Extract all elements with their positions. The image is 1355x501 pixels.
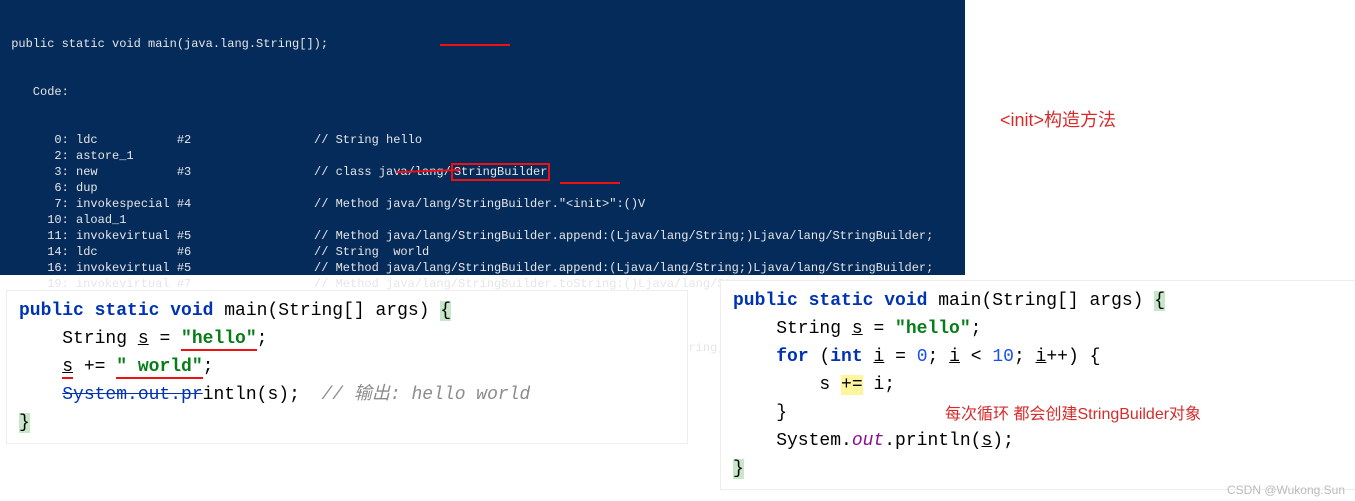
bytecode-comment — [314, 212, 965, 228]
bytecode-instruction: 11: invokevirtual #5 — [4, 228, 314, 244]
bytecode-code-label: Code: — [4, 84, 965, 100]
bytecode-instruction: 3: new #3 — [4, 164, 314, 180]
red-annotation — [440, 44, 510, 46]
bytecode-instruction: 0: ldc #2 — [4, 132, 314, 148]
bytecode-comment: // String world — [314, 244, 965, 260]
code-line: } — [7, 409, 687, 437]
bytecode-instruction: 10: aload_1 — [4, 212, 314, 228]
bytecode-comment: // String hello — [314, 132, 965, 148]
bytecode-comment: // Method java/lang/StringBuilder.append… — [314, 228, 965, 244]
bytecode-row: 6: dup — [4, 180, 965, 196]
bytecode-panel: public static void main(java.lang.String… — [0, 0, 965, 275]
bytecode-row: 16: invokevirtual #5// Method java/lang/… — [4, 260, 965, 276]
bytecode-row: 14: ldc #6// String world — [4, 244, 965, 260]
code-line: public static void main(String[] args) { — [7, 297, 687, 325]
code-line: } — [721, 455, 1355, 483]
bytecode-instruction: 2: astore_1 — [4, 148, 314, 164]
bytecode-instruction: 14: ldc #6 — [4, 244, 314, 260]
code-line: public static void main(String[] args) { — [721, 287, 1355, 315]
bytecode-row: 0: ldc #2// String hello — [4, 132, 965, 148]
code-snippet-left: public static void main(String[] args) {… — [6, 290, 688, 444]
red-annotation — [560, 182, 620, 184]
bytecode-instruction: 6: dup — [4, 180, 314, 196]
side-note-init: <init>构造方法 — [1000, 106, 1116, 132]
watermark: CSDN @Wukong.Sun — [1227, 483, 1345, 497]
bytecode-row: 3: new #3// class java/lang/StringBuilde… — [4, 164, 965, 180]
code-line: s += i; — [721, 371, 1355, 399]
bytecode-comment — [314, 180, 965, 196]
bytecode-row: 7: invokespecial #4// Method java/lang/S… — [4, 196, 965, 212]
code-snippet-right: public static void main(String[] args) {… — [720, 280, 1355, 490]
code-line: System.out.println(s); // 输出: hello worl… — [7, 381, 687, 409]
bytecode-comment: // Method java/lang/StringBuilder.append… — [314, 260, 965, 276]
bytecode-instruction: 7: invokespecial #4 — [4, 196, 314, 212]
bytecode-row: 2: astore_1 — [4, 148, 965, 164]
code-line: s += " world"; — [7, 353, 687, 381]
bytecode-comment: // Method java/lang/StringBuilder."<init… — [314, 196, 965, 212]
code-line: for (int i = 0; i < 10; i++) { — [721, 343, 1355, 371]
bytecode-row: 10: aload_1 — [4, 212, 965, 228]
code-line: String s = "hello"; — [721, 315, 1355, 343]
side-note-loop: 每次循环 都会创建StringBuilder对象 — [945, 400, 1201, 424]
highlight-stringbuilder: StringBuilder — [451, 163, 551, 181]
bytecode-instruction: 16: invokevirtual #5 — [4, 260, 314, 276]
code-line: String s = "hello"; — [7, 325, 687, 353]
bytecode-row: 11: invokevirtual #5// Method java/lang/… — [4, 228, 965, 244]
code-line: System.out.println(s); — [721, 427, 1355, 455]
bytecode-comment — [314, 148, 965, 164]
